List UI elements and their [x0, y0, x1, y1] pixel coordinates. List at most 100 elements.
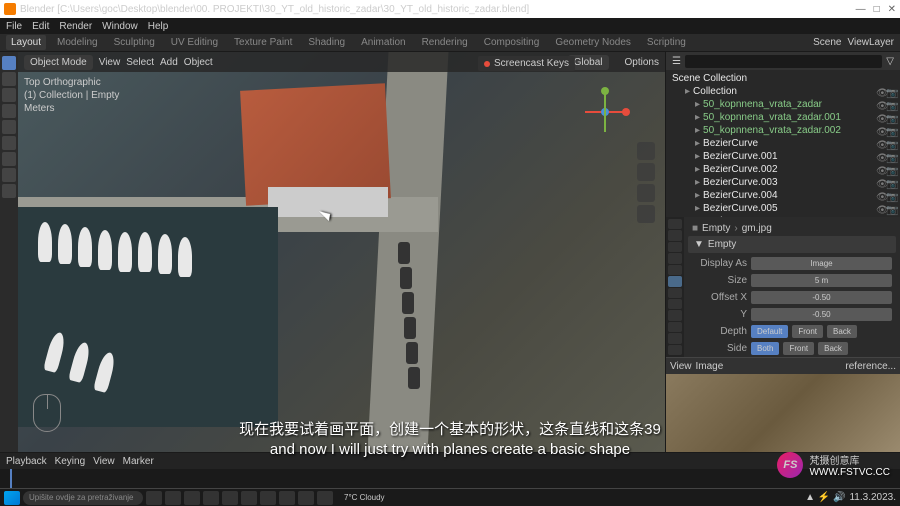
scene-dropdown[interactable]: Scene: [813, 37, 841, 48]
menu-file[interactable]: File: [6, 21, 22, 32]
outliner-item[interactable]: ▸BezierCurve.003👁📷: [668, 176, 898, 189]
weather-widget[interactable]: 7°C Cloudy: [344, 493, 385, 502]
side-front-button[interactable]: Front: [783, 342, 814, 355]
tab-animation[interactable]: Animation: [356, 35, 410, 50]
tl-menu-keying[interactable]: Keying: [55, 456, 86, 467]
prop-tab-render-icon[interactable]: [668, 219, 682, 229]
options-button[interactable]: Options: [625, 57, 659, 68]
tool-scale-icon[interactable]: [2, 120, 16, 134]
tool-measure-icon[interactable]: [2, 168, 16, 182]
img-menu-image[interactable]: Image: [696, 361, 724, 372]
tab-modeling[interactable]: Modeling: [52, 35, 103, 50]
gizmo-x-icon[interactable]: [622, 108, 630, 116]
taskbar-app-icon[interactable]: [298, 491, 314, 505]
prop-tab-particles-icon[interactable]: [668, 299, 682, 309]
taskbar-app-icon[interactable]: [165, 491, 181, 505]
perspective-icon[interactable]: [637, 205, 655, 223]
prop-tab-material-icon[interactable]: [668, 345, 682, 355]
vp-menu-select[interactable]: Select: [126, 57, 154, 68]
depth-default-button[interactable]: Default: [751, 325, 788, 338]
outliner-item[interactable]: ▸50_kopnnena_vrata_zadar.002👁📷: [668, 124, 898, 137]
img-menu-view[interactable]: View: [670, 361, 692, 372]
tab-compositing[interactable]: Compositing: [479, 35, 545, 50]
menu-edit[interactable]: Edit: [32, 21, 49, 32]
navigation-gizmo[interactable]: [580, 87, 630, 137]
taskbar-app-icon[interactable]: [146, 491, 162, 505]
img-name[interactable]: reference...: [845, 361, 896, 372]
prop-tab-physics-icon[interactable]: [668, 310, 682, 320]
outliner-item[interactable]: ▸Collection👁📷: [668, 85, 898, 98]
tool-select-icon[interactable]: [2, 56, 16, 70]
tab-shading[interactable]: Shading: [303, 35, 350, 50]
prop-tab-viewlayer-icon[interactable]: [668, 242, 682, 252]
maximize-button[interactable]: □: [874, 4, 880, 15]
depth-front-button[interactable]: Front: [792, 325, 823, 338]
mode-dropdown[interactable]: Object Mode: [24, 55, 93, 70]
tab-geonodes[interactable]: Geometry Nodes: [550, 35, 636, 50]
taskbar-app-icon[interactable]: [241, 491, 257, 505]
side-back-button[interactable]: Back: [818, 342, 848, 355]
vp-menu-object[interactable]: Object: [184, 57, 213, 68]
outliner-filter-icon[interactable]: ▽: [886, 56, 894, 67]
tab-rendering[interactable]: Rendering: [417, 35, 473, 50]
tab-scripting[interactable]: Scripting: [642, 35, 691, 50]
timeline-track[interactable]: [0, 469, 900, 489]
prop-tab-modifiers-icon[interactable]: [668, 288, 682, 298]
outliner-item[interactable]: ▸BezierCurve👁📷: [668, 137, 898, 150]
offset-x-field[interactable]: -0.50: [751, 291, 892, 304]
menu-render[interactable]: Render: [59, 21, 92, 32]
outliner-item[interactable]: ▸50_kopnnena_vrata_zadar👁📷: [668, 98, 898, 111]
taskbar-date[interactable]: 11.3.2023.: [849, 492, 896, 503]
taskbar-app-icon[interactable]: [317, 491, 333, 505]
tab-layout[interactable]: Layout: [6, 35, 46, 50]
camera-icon[interactable]: [637, 184, 655, 202]
menu-window[interactable]: Window: [102, 21, 138, 32]
taskbar-app-icon[interactable]: [222, 491, 238, 505]
tl-menu-playback[interactable]: Playback: [6, 456, 47, 467]
outliner-type-icon[interactable]: ☰: [672, 56, 681, 67]
offset-y-field[interactable]: -0.50: [751, 308, 892, 321]
prop-tab-scene-icon[interactable]: [668, 253, 682, 263]
pan-icon[interactable]: [637, 163, 655, 181]
gizmo-y-icon[interactable]: [601, 87, 609, 95]
panel-empty-header[interactable]: ▼ Empty: [688, 236, 896, 253]
playhead[interactable]: [10, 469, 12, 489]
3d-viewport[interactable]: Object Mode View Select Add Object Globa…: [18, 52, 665, 452]
vp-menu-view[interactable]: View: [99, 57, 121, 68]
tool-cursor-icon[interactable]: [2, 72, 16, 86]
prop-tab-world-icon[interactable]: [668, 265, 682, 275]
tab-texturepaint[interactable]: Texture Paint: [229, 35, 297, 50]
size-field[interactable]: 5 m: [751, 274, 892, 287]
taskbar-app-icon[interactable]: [203, 491, 219, 505]
tool-transform-icon[interactable]: [2, 136, 16, 150]
taskbar-app-icon[interactable]: [279, 491, 295, 505]
tab-sculpting[interactable]: Sculpting: [109, 35, 160, 50]
minimize-button[interactable]: —: [856, 4, 866, 15]
tool-rotate-icon[interactable]: [2, 104, 16, 118]
gizmo-z-icon[interactable]: [601, 108, 609, 116]
outliner-item[interactable]: ▸BezierCurve.002👁📷: [668, 163, 898, 176]
prop-tab-constraints-icon[interactable]: [668, 322, 682, 332]
outliner-item[interactable]: ▸50_kopnnena_vrata_zadar.001👁📷: [668, 111, 898, 124]
side-both-button[interactable]: Both: [751, 342, 779, 355]
tool-addcube-icon[interactable]: [2, 184, 16, 198]
viewlayer-dropdown[interactable]: ViewLayer: [847, 37, 894, 48]
outliner-search[interactable]: [685, 55, 882, 68]
taskbar-app-icon[interactable]: [260, 491, 276, 505]
display-as-dropdown[interactable]: Image: [751, 257, 892, 270]
outliner-item[interactable]: ▸BezierCurve.004👁📷: [668, 189, 898, 202]
close-button[interactable]: ✕: [888, 4, 896, 15]
start-button[interactable]: [4, 491, 20, 505]
vp-menu-add[interactable]: Add: [160, 57, 178, 68]
tool-annotate-icon[interactable]: [2, 152, 16, 166]
prop-tab-object-icon[interactable]: [668, 276, 682, 286]
tab-uvediting[interactable]: UV Editing: [166, 35, 223, 50]
taskbar-search[interactable]: Upišite ovdje za pretraživanje: [23, 491, 143, 505]
menu-help[interactable]: Help: [148, 21, 169, 32]
prop-tab-output-icon[interactable]: [668, 230, 682, 240]
tool-move-icon[interactable]: [2, 88, 16, 102]
taskbar-app-icon[interactable]: [184, 491, 200, 505]
zoom-icon[interactable]: [637, 142, 655, 160]
outliner-item[interactable]: ▸BezierCurve.005👁📷: [668, 202, 898, 215]
outliner-item[interactable]: ▸BezierCurve.001👁📷: [668, 150, 898, 163]
